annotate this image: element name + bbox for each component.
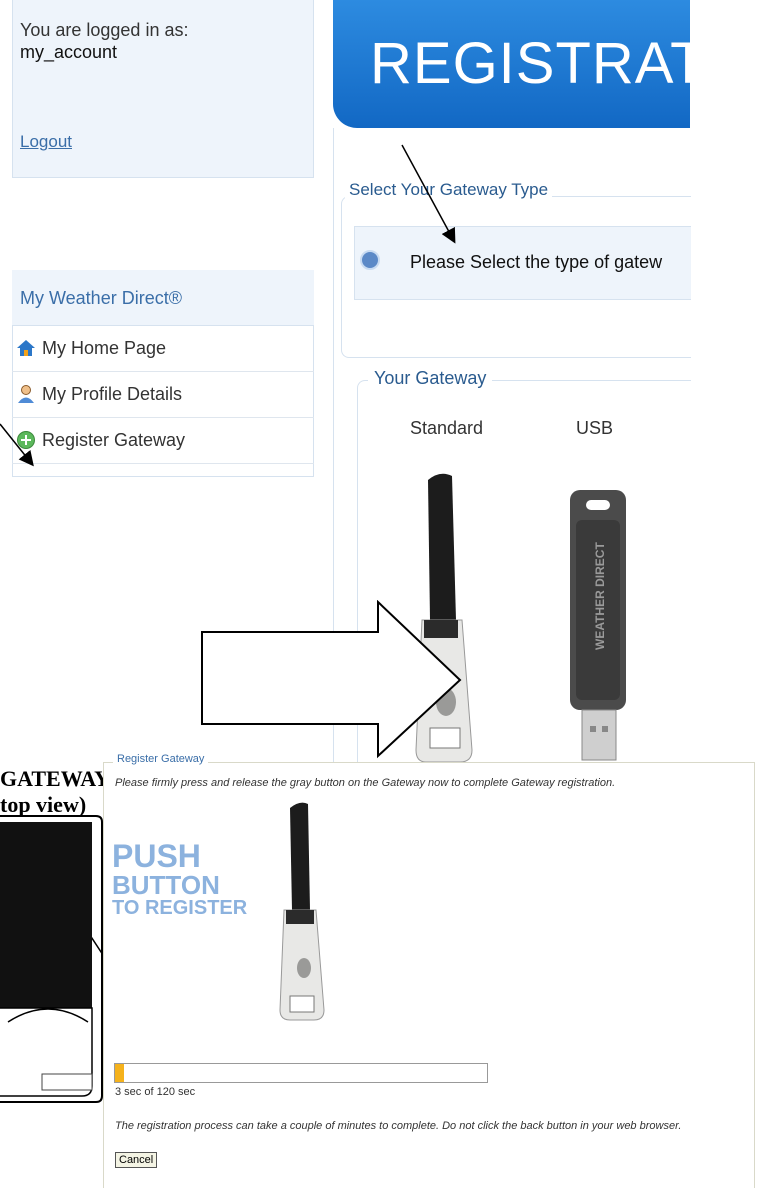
register-gateway-image xyxy=(279,802,325,1021)
register-instructions: Please firmly press and release the gray… xyxy=(115,777,616,789)
arrow-to-gateway-type xyxy=(401,144,456,244)
progress-text: 3 sec of 120 sec xyxy=(115,1086,196,1098)
registration-progress-bar xyxy=(114,1063,488,1083)
gateway-top-view-label: GATEWAY top view) xyxy=(0,766,110,818)
push-line-3: TO REGISTER xyxy=(112,897,248,919)
gateway-top-view-line1: GATEWAY xyxy=(0,766,111,791)
register-gateway-legend: Register Gateway xyxy=(113,753,209,765)
arrow-to-register-gateway xyxy=(0,423,34,467)
push-line-2: BUTTON xyxy=(112,870,220,900)
gateway-top-view-image xyxy=(0,815,103,1103)
progress-fill xyxy=(115,1064,125,1082)
registration-note: The registration process can take a coup… xyxy=(115,1120,682,1132)
push-line-1: PUSH xyxy=(112,838,201,874)
push-button-graphic: PUSH BUTTON TO REGISTER xyxy=(112,840,247,918)
cancel-button[interactable]: Cancel xyxy=(115,1152,158,1168)
